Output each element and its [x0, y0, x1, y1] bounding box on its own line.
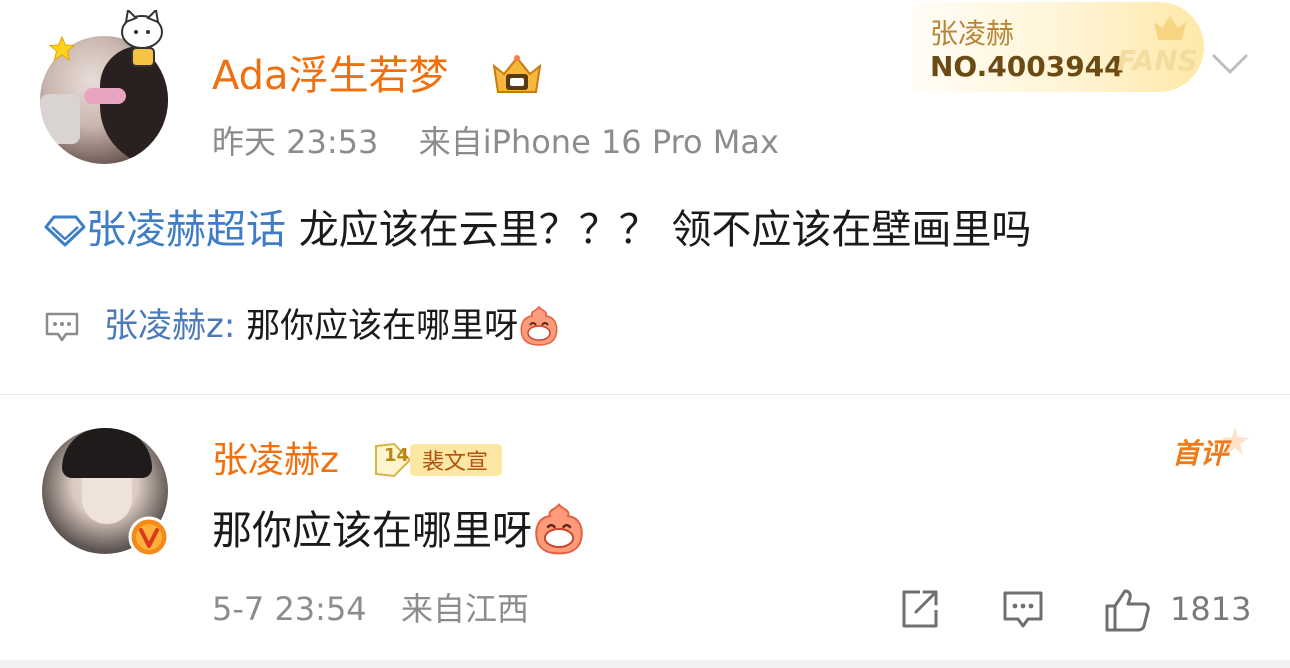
fan-level-number: 14: [384, 445, 410, 466]
comment-text: 那你应该在哪里呀: [212, 502, 586, 559]
laughing-emoji-icon: [535, 502, 583, 555]
post-text: 龙应该在云里？？？ 领不应该在壁画里吗: [286, 207, 1032, 253]
comment-username[interactable]: 张凌赫z: [212, 436, 339, 486]
topic-link[interactable]: 张凌赫超话: [86, 207, 286, 253]
avatar-phone: [40, 94, 80, 144]
bottom-separator: [0, 660, 1290, 668]
post-username[interactable]: Ada浮生若梦: [212, 50, 449, 102]
verified-v-icon: [128, 516, 170, 558]
comment-text-content: 那你应该在哪里呀: [212, 508, 532, 554]
fans-card-name: 张凌赫: [930, 17, 1015, 50]
crown-icon: [492, 55, 542, 93]
fans-card-number: NO.4003944: [930, 50, 1124, 83]
comment-date: 5-7 23:54: [212, 590, 367, 628]
diamond-topic-icon: [44, 215, 86, 247]
fan-level-title: 裴文宣: [422, 450, 489, 475]
like-icon[interactable]: [1104, 588, 1150, 632]
post-meta: 昨天 23:53 来自iPhone 16 Pro Max: [212, 120, 779, 164]
share-icon[interactable]: [898, 588, 940, 630]
laughing-emoji-icon: [520, 305, 558, 346]
avatar-glasses: [84, 88, 126, 104]
post-body: 张凌赫超话 龙应该在云里？？？ 领不应该在壁画里吗: [44, 200, 1031, 260]
chevron-down-icon[interactable]: [1208, 46, 1252, 82]
post-source: 来自iPhone 16 Pro Max: [418, 123, 779, 161]
post-timestamp: 昨天 23:53: [212, 123, 379, 161]
like-count: 1813: [1170, 590, 1252, 628]
fan-level-badge[interactable]: 14 裴文宣: [374, 440, 504, 480]
quoted-comment[interactable]: 张凌赫z: 那你应该在哪里呀: [44, 302, 560, 350]
star-icon: [48, 36, 76, 62]
avatar-hair: [62, 428, 152, 478]
weibo-post-page: Ada浮生若梦 昨天 23:53 来自iPhone 16 Pro Max 张凌赫…: [0, 0, 1290, 668]
fans-card-label: FANS: [1117, 44, 1198, 77]
reply-icon[interactable]: [1002, 588, 1044, 630]
fans-card[interactable]: 张凌赫 NO.4003944 FANS: [912, 2, 1204, 92]
comment-quote-icon: [45, 312, 79, 342]
quoted-comment-text: 那你应该在哪里呀: [235, 306, 519, 346]
comment-location: 来自江西: [401, 590, 530, 628]
divider: [0, 394, 1290, 395]
quoted-comment-user[interactable]: 张凌赫z:: [104, 306, 235, 346]
crown-icon: [1154, 16, 1186, 40]
first-comment-tag: 首评: [1172, 437, 1229, 470]
cat-sticker-icon: [121, 10, 163, 67]
comment-meta: 5-7 23:54 来自江西: [212, 586, 529, 632]
